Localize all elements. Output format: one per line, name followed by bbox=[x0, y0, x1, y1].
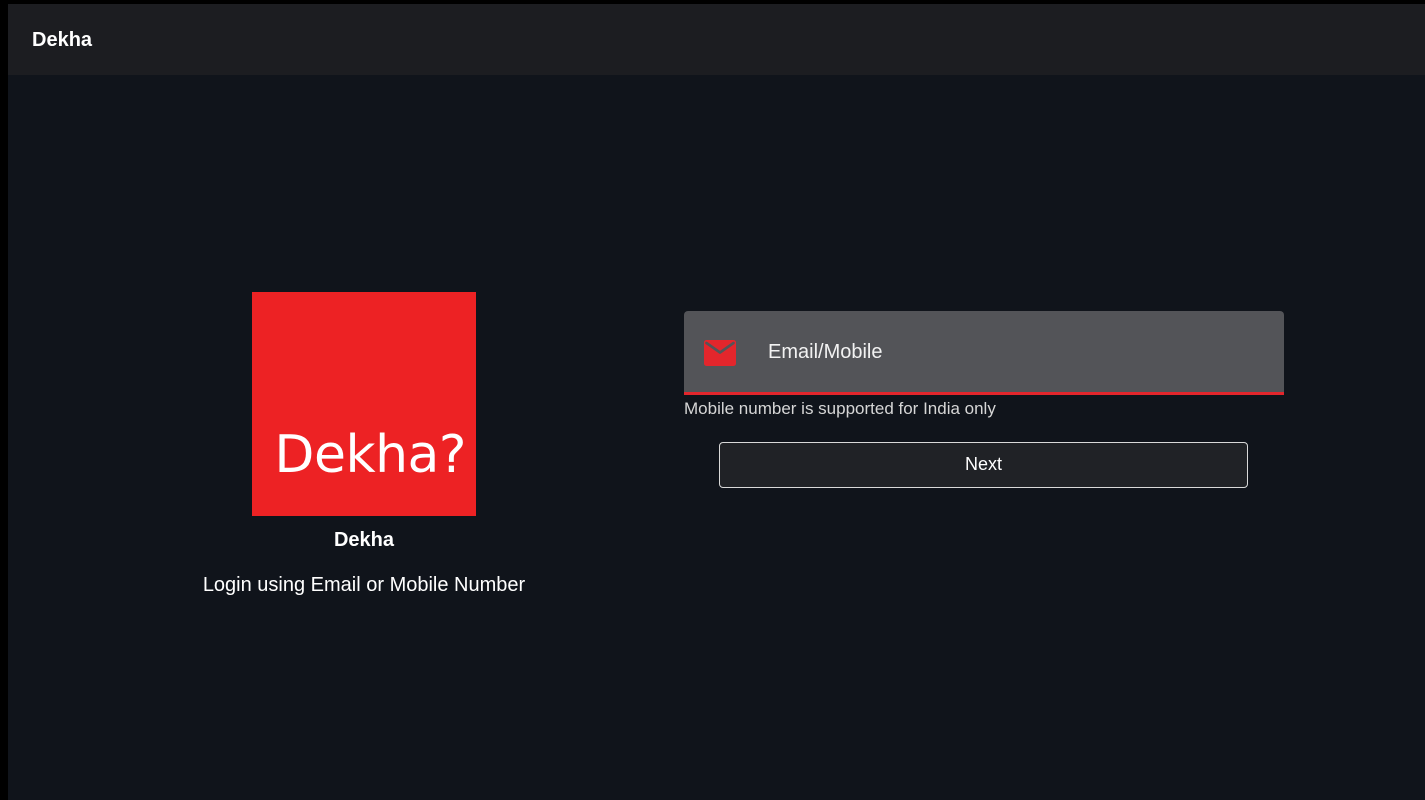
mail-icon bbox=[704, 340, 736, 366]
top-bar: Dekha bbox=[8, 4, 1425, 75]
app-logo: Dekha? bbox=[252, 292, 476, 516]
input-placeholder: Email/Mobile bbox=[768, 341, 883, 363]
app-title: Dekha bbox=[32, 29, 93, 51]
app-name: Dekha bbox=[333, 529, 395, 551]
logo-text: Dekha? bbox=[274, 425, 466, 485]
email-mobile-input[interactable]: Email/Mobile bbox=[684, 311, 1284, 395]
login-hint: Login using Email or Mobile Number bbox=[202, 574, 526, 596]
app-screen: Dekha Dekha? Dekha Login using Email or … bbox=[8, 4, 1425, 800]
next-button[interactable]: Next bbox=[719, 442, 1248, 488]
helper-text: Mobile number is supported for India onl… bbox=[684, 399, 996, 418]
